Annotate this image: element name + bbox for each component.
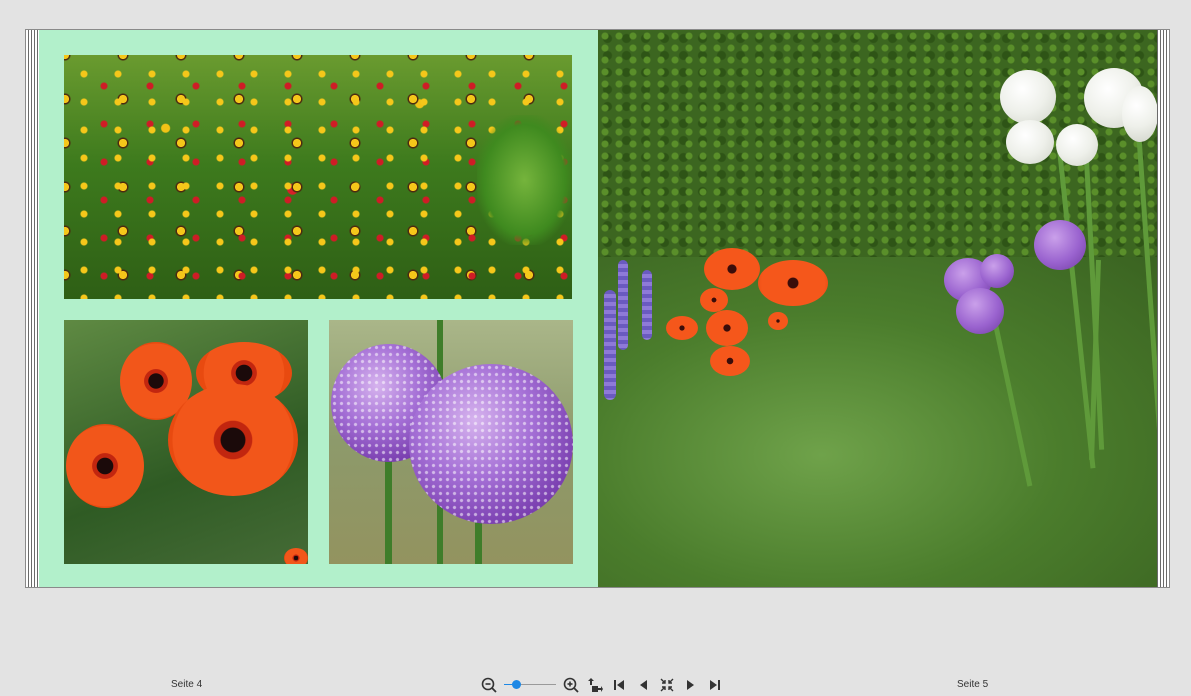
- page-edge-left: [26, 30, 38, 587]
- zoom-in-icon[interactable]: [562, 676, 580, 694]
- page-4[interactable]: [39, 30, 598, 587]
- poppies-photo[interactable]: [64, 320, 308, 564]
- next-page-icon[interactable]: [682, 676, 700, 694]
- garden-photo[interactable]: [598, 30, 1157, 587]
- zoom-out-icon[interactable]: [480, 676, 498, 694]
- previous-page-icon[interactable]: [634, 676, 652, 694]
- page-5[interactable]: [598, 30, 1157, 587]
- page-label-right: Seite 5: [957, 679, 989, 690]
- page-label-left: Seite 4: [171, 679, 203, 690]
- last-page-icon[interactable]: [706, 676, 724, 694]
- flower-meadow-photo[interactable]: [64, 55, 572, 299]
- fit-page-icon[interactable]: [586, 676, 604, 694]
- page-edge-right: [1157, 30, 1169, 587]
- photobook-spread: [25, 29, 1170, 588]
- zoom-slider-thumb[interactable]: [511, 680, 521, 689]
- first-page-icon[interactable]: [610, 676, 628, 694]
- viewer-toolbar: [480, 674, 724, 696]
- zoom-slider[interactable]: [504, 678, 556, 692]
- fullscreen-icon[interactable]: [658, 676, 676, 694]
- allium-photo[interactable]: [329, 320, 573, 564]
